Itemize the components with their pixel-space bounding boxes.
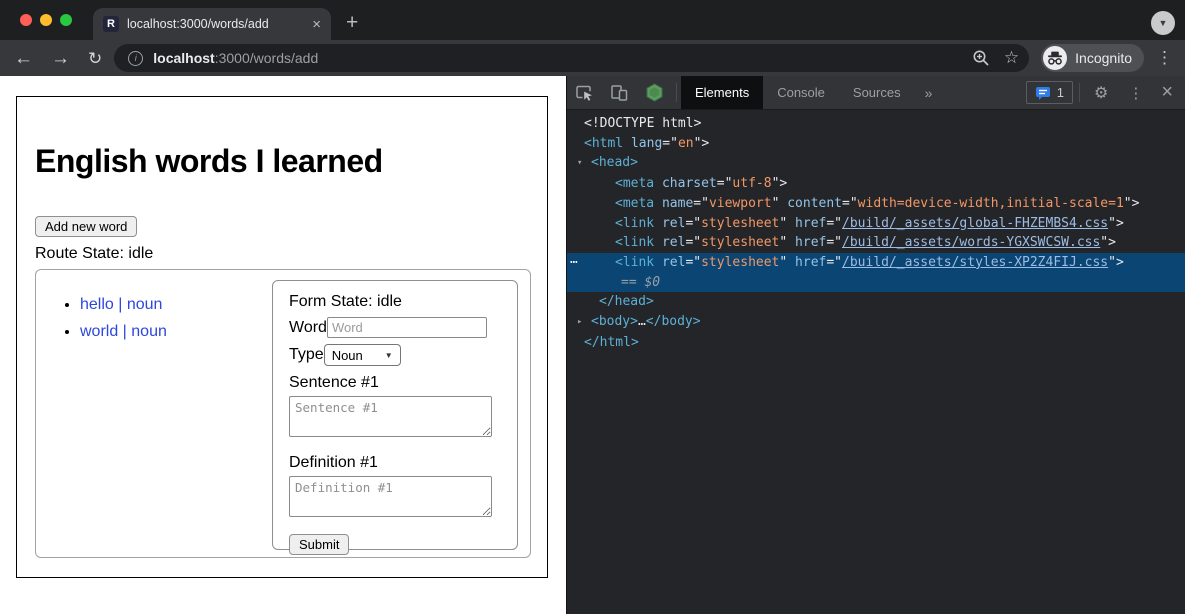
dom-tree-node[interactable]: <!DOCTYPE html> xyxy=(567,114,1185,134)
reload-icon[interactable]: ↻ xyxy=(88,50,102,67)
dom-tree-node[interactable]: ⋯<link rel="stylesheet" href="/build/_as… xyxy=(567,253,1185,273)
incognito-label: Incognito xyxy=(1075,50,1132,66)
dom-tree-node[interactable]: ▸<body>…</body> xyxy=(567,312,1185,333)
dom-tree-node[interactable]: <html lang="en"> xyxy=(567,134,1185,154)
devtools-settings-icon[interactable]: ⚙ xyxy=(1084,76,1118,109)
url-host: localhost xyxy=(153,50,214,66)
devtools-toolbar: Elements Console Sources » 1 ⚙ ⋮ xyxy=(567,76,1185,110)
expand-arrow-icon[interactable]: ▸ xyxy=(577,313,591,333)
traffic-light-minimize[interactable] xyxy=(40,14,52,26)
page-title: English words I learned xyxy=(35,143,531,180)
route-state-text: Route State: idle xyxy=(35,245,531,263)
add-new-word-button[interactable]: Add new word xyxy=(35,216,137,237)
issues-chat-icon xyxy=(1035,85,1051,101)
word-label: Word xyxy=(289,319,327,337)
url-path: :3000/words/add xyxy=(215,50,319,66)
type-select[interactable]: Noun ▼ xyxy=(324,344,401,366)
devtools-close-icon[interactable]: × xyxy=(1153,76,1185,109)
device-toolbar-icon[interactable] xyxy=(602,76,637,109)
issues-count: 1 xyxy=(1057,85,1064,100)
toolbar-divider xyxy=(676,83,677,102)
browser-toolbar: ← → ↻ i localhost:3000/words/add ☆ xyxy=(0,40,1185,76)
form-state-text: Form State: idle xyxy=(289,293,501,311)
chevron-down-icon: ▼ xyxy=(385,351,393,360)
dom-tree-node[interactable]: == $0 xyxy=(567,273,1185,293)
expand-arrow-icon[interactable]: ▾ xyxy=(577,154,591,174)
sentence-textarea[interactable] xyxy=(289,396,492,437)
definition-textarea[interactable] xyxy=(289,476,492,517)
dom-tree-node[interactable]: <link rel="stylesheet" href="/build/_ass… xyxy=(567,233,1185,253)
word-field-row: Word xyxy=(289,317,501,338)
web-page: English words I learned Add new word Rou… xyxy=(0,76,566,614)
add-word-form: Form State: idle Word Type Noun ▼ xyxy=(272,280,518,550)
words-list: hello | noun world | noun xyxy=(36,296,167,557)
devtools-panel: Elements Console Sources » 1 ⚙ ⋮ xyxy=(566,76,1185,614)
type-label: Type xyxy=(289,346,324,364)
browser-menu-icon[interactable]: ⋮ xyxy=(1156,48,1173,68)
dom-tree-node[interactable]: <link rel="stylesheet" href="/build/_ass… xyxy=(567,214,1185,234)
dom-tree-node[interactable]: ▾<head> xyxy=(567,153,1185,174)
address-bar[interactable]: i localhost:3000/words/add ☆ xyxy=(114,44,1029,72)
tab-sources[interactable]: Sources xyxy=(839,76,915,109)
dom-tree-node[interactable]: </head> xyxy=(567,292,1185,312)
back-icon[interactable]: ← xyxy=(14,49,33,68)
tab-search-button[interactable]: ▼ xyxy=(1151,11,1175,35)
type-field-row: Type Noun ▼ xyxy=(289,344,501,366)
extension-hexagon-icon[interactable] xyxy=(637,76,672,109)
incognito-badge: Incognito xyxy=(1041,44,1144,72)
more-tabs-icon[interactable]: » xyxy=(915,76,943,109)
word-link[interactable]: world | noun xyxy=(80,323,167,340)
word-link[interactable]: hello | noun xyxy=(80,296,162,313)
site-info-icon[interactable]: i xyxy=(128,51,143,66)
browser-tab[interactable]: R localhost:3000/words/add × xyxy=(93,8,331,40)
content-area: English words I learned Add new word Rou… xyxy=(0,76,1185,614)
issues-badge[interactable]: 1 xyxy=(1026,81,1073,104)
dom-tree: <!DOCTYPE html><html lang="en">▾<head><m… xyxy=(567,110,1185,614)
browser-window: R localhost:3000/words/add × + ▼ ← → ↻ i… xyxy=(0,0,1185,614)
tab-strip: R localhost:3000/words/add × + ▼ xyxy=(0,0,1185,40)
app-container: English words I learned Add new word Rou… xyxy=(16,96,548,578)
word-input[interactable] xyxy=(327,317,487,338)
devtools-menu-icon[interactable]: ⋮ xyxy=(1118,76,1153,109)
new-tab-button[interactable]: + xyxy=(346,9,358,37)
submit-button[interactable]: Submit xyxy=(289,534,349,555)
dom-tree-node[interactable]: <meta name="viewport" content="width=dev… xyxy=(567,194,1185,214)
words-wrapper: hello | noun world | noun Form State: idl… xyxy=(35,269,531,558)
dom-tree-node[interactable]: <meta charset="utf-8"> xyxy=(567,174,1185,194)
forward-icon[interactable]: → xyxy=(51,49,70,68)
tab-console[interactable]: Console xyxy=(763,76,839,109)
node-overflow-icon[interactable]: ⋯ xyxy=(570,253,578,273)
inspect-element-icon[interactable] xyxy=(567,76,602,109)
word-list-item: hello | noun xyxy=(80,296,167,314)
type-select-value: Noun xyxy=(332,348,363,363)
traffic-light-zoom[interactable] xyxy=(60,14,72,26)
zoom-icon[interactable] xyxy=(972,49,990,67)
traffic-light-close[interactable] xyxy=(20,14,32,26)
sentence-label: Sentence #1 xyxy=(289,374,501,392)
tab-title: localhost:3000/words/add xyxy=(127,17,304,31)
dom-tree-node[interactable]: </html> xyxy=(567,333,1185,353)
remix-favicon-icon: R xyxy=(103,16,119,32)
toolbar-divider xyxy=(1079,83,1080,102)
toolbar-spacer xyxy=(942,76,1023,109)
tab-elements[interactable]: Elements xyxy=(681,76,763,109)
bookmark-star-icon[interactable]: ☆ xyxy=(1004,48,1019,68)
word-list-item: world | noun xyxy=(80,323,167,341)
definition-label: Definition #1 xyxy=(289,454,501,472)
tab-close-icon[interactable]: × xyxy=(312,17,321,32)
url-text: localhost:3000/words/add xyxy=(153,50,958,66)
incognito-icon xyxy=(1043,46,1067,70)
